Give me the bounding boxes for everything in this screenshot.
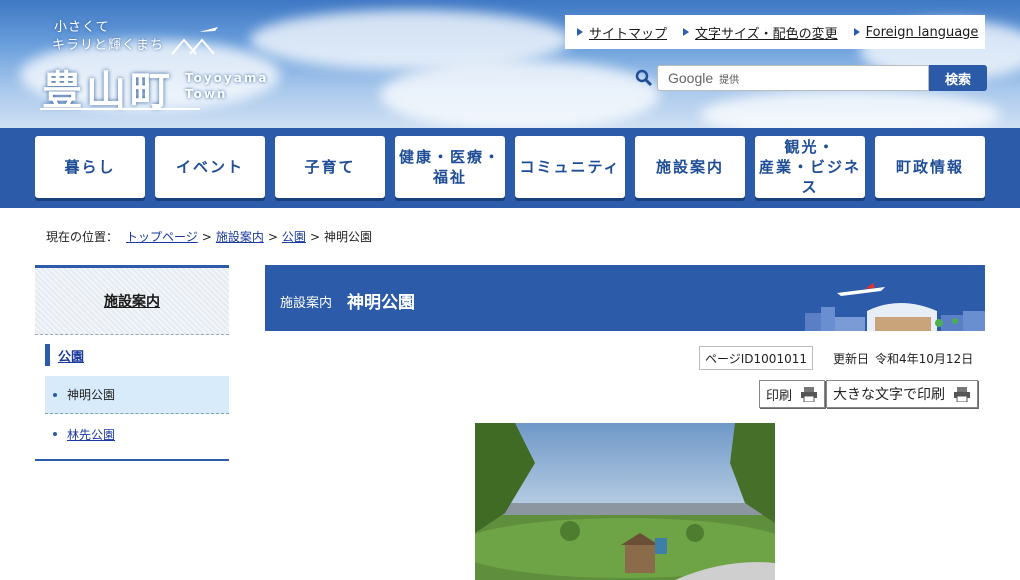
nav-label-line-2: 福祉 <box>432 168 467 186</box>
nav-item-childcare[interactable]: 子育て <box>275 136 385 198</box>
breadcrumb-current: 神明公園 <box>324 230 373 244</box>
nav-item-government[interactable]: 町政情報 <box>875 136 985 198</box>
logo-tagline: 小さくて <box>54 20 110 35</box>
page-category: 施設案内 <box>280 296 333 311</box>
page-id: ページID1001011 <box>699 346 813 370</box>
print-large-text-button[interactable]: 大きな文字で印刷 <box>826 380 978 408</box>
search-icon <box>633 65 655 91</box>
text-size-color-link[interactable]: 文字サイズ・配色の変更 <box>683 23 838 42</box>
provided-label: 提供 <box>719 74 740 86</box>
nav-item-tourism[interactable]: 観光・産業・ビジネス <box>755 136 865 198</box>
sidebar-bottom-border <box>35 459 229 461</box>
print-button[interactable]: 印刷 <box>759 380 826 408</box>
sidebar-subheading-link[interactable]: 公園 <box>58 346 84 365</box>
nav-label-line-1: 健康・医療・ <box>398 148 501 166</box>
breadcrumb: 現在の位置： トップページ > 施設案内 > 公園 > 神明公園 <box>46 228 372 245</box>
nav-item-health[interactable]: 健康・医療・ 福祉 <box>395 136 505 198</box>
sidebar-item-link[interactable]: 林先公園 <box>67 426 115 443</box>
printer-icon <box>801 387 818 402</box>
breadcrumb-separator: > <box>309 229 320 244</box>
text-size-label: 文字サイズ・配色の変更 <box>695 26 838 42</box>
cloud-decoration <box>700 90 1000 128</box>
nav-label-line-1: 観光・ <box>784 138 836 156</box>
airplane-icon <box>199 27 218 32</box>
site-search: Google 提供 検索 <box>633 65 987 91</box>
breadcrumb-link-parks[interactable]: 公園 <box>282 228 306 245</box>
updated-date: 更新日 令和4年10月12日 <box>833 346 973 370</box>
page-title-bar: 施設案内 神明公園 <box>265 265 985 331</box>
breadcrumb-link-facilities[interactable]: 施設案内 <box>216 228 264 245</box>
sidebar-subheading: 公園 <box>45 344 84 366</box>
breadcrumb-link-top[interactable]: トップページ <box>126 228 198 245</box>
breadcrumb-separator: > <box>201 229 212 244</box>
print-large-label: 大きな文字で印刷 <box>833 387 945 403</box>
updated-value: 令和4年10月12日 <box>875 351 974 366</box>
sidebar-heading: 施設案内 <box>35 265 229 335</box>
page-title: 神明公園 <box>347 293 415 313</box>
logo-underline <box>40 108 200 110</box>
triangle-icon <box>683 28 690 36</box>
site-logo[interactable]: 小さくて キラリと輝くまち 豊山町 Toyoyama Town <box>40 14 270 114</box>
global-nav: 暮らし イベント 子育て 健康・医療・ 福祉 コミュニティ 施設案内 観光・産業・… <box>0 128 1020 208</box>
breadcrumb-prefix: 現在の位置： <box>46 230 119 244</box>
search-button[interactable]: 検索 <box>929 65 987 91</box>
sitemap-label: サイトマップ <box>589 26 668 42</box>
sidebar-heading-link[interactable]: 施設案内 <box>104 291 160 311</box>
site-header: 小さくて キラリと輝くまち 豊山町 Toyoyama Town サイトマップ 文… <box>0 0 1020 128</box>
sidebar-item-hayashisaki-park: 林先公園 <box>45 415 229 453</box>
cloud-decoration <box>380 60 660 128</box>
park-photo <box>475 423 775 580</box>
logo-tagline-2: キラリと輝くまち <box>52 38 165 53</box>
foreign-language-label: Foreign language <box>865 24 979 40</box>
search-input[interactable]: Google 提供 <box>657 65 929 91</box>
nav-item-events[interactable]: イベント <box>155 136 265 198</box>
nav-item-health-label: 健康・医療・ 福祉 <box>399 147 501 187</box>
nav-item-tourism-label: 観光・産業・ビジネス <box>755 137 865 197</box>
sidebar-item-label: 神明公園 <box>67 388 116 402</box>
triangle-icon <box>853 28 860 36</box>
romaji-line-1: Toyoyama <box>185 71 269 85</box>
sidebar-item-shinmei-park: 神明公園 <box>45 376 229 414</box>
printer-icon <box>954 387 970 402</box>
print-label: 印刷 <box>766 388 793 404</box>
town-romaji: Toyoyama Town <box>185 70 268 102</box>
nav-item-living[interactable]: 暮らし <box>35 136 145 198</box>
park-photo-image <box>475 423 775 580</box>
bullet-icon <box>53 432 57 436</box>
utility-links: サイトマップ 文字サイズ・配色の変更 Foreign language <box>565 15 985 49</box>
nav-item-community[interactable]: コミュニティ <box>515 136 625 198</box>
bullet-icon <box>53 392 57 397</box>
triangle-icon <box>577 28 583 36</box>
nav-item-facilities[interactable]: 施設案内 <box>635 136 745 198</box>
romaji-line-2: Town <box>185 87 228 101</box>
foreign-language-link[interactable]: Foreign language <box>853 24 979 40</box>
breadcrumb-separator: > <box>267 229 278 244</box>
nav-label-line-2: 産業・ビジネス <box>758 158 861 196</box>
updated-label: 更新日 <box>833 351 870 366</box>
sitemap-link[interactable]: サイトマップ <box>577 23 667 42</box>
town-skyline-icon <box>805 283 985 331</box>
google-logo: Google <box>668 70 714 86</box>
